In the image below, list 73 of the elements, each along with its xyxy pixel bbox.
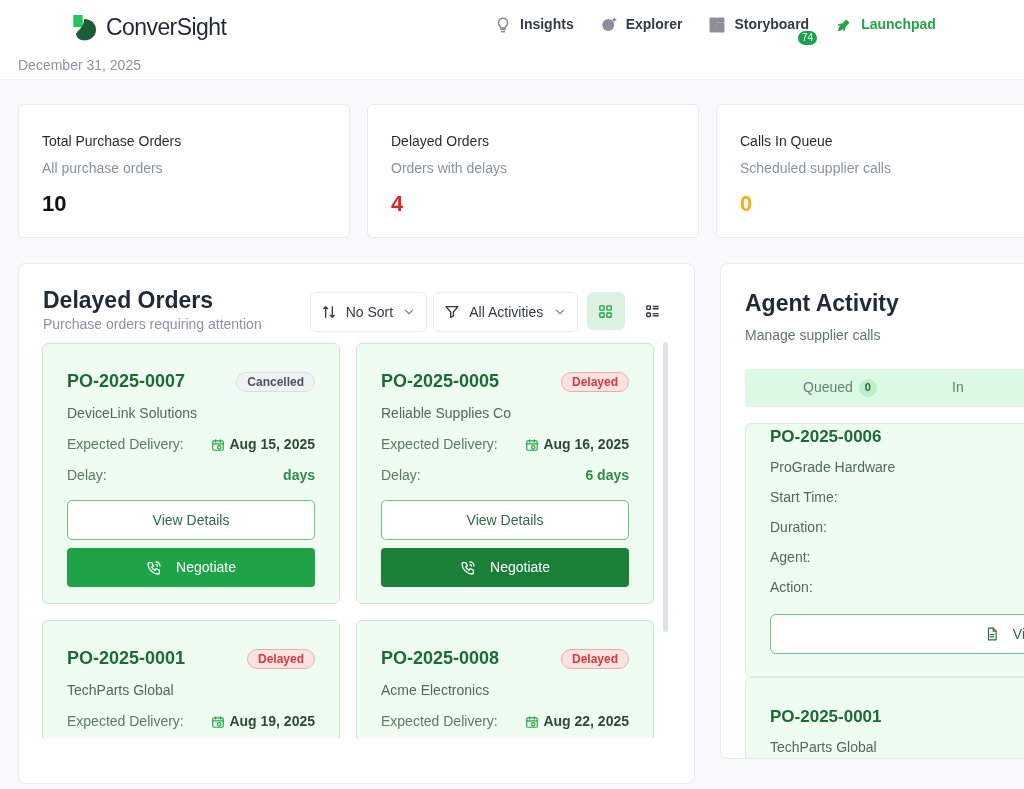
delivery-date: Aug 16, 2025 [543, 435, 629, 454]
order-id: PO-2025-0006 [770, 425, 882, 448]
view-button[interactable]: Vi [770, 614, 1024, 654]
stat-title: Delayed Orders [391, 132, 491, 151]
stat-subtitle: Scheduled supplier calls [740, 159, 892, 178]
field-label: Agent: [770, 548, 811, 567]
count-badge: 74 [798, 31, 818, 45]
status-tab[interactable]: Queued 0 [745, 372, 935, 403]
order-id: PO-2025-0001 [770, 705, 882, 728]
delivery-date: Aug 22, 2025 [543, 712, 629, 731]
calendar-icon [211, 437, 226, 452]
count-badge: 0 [858, 378, 877, 397]
status-badge: Delayed [246, 648, 315, 669]
field-label: Delay: [381, 466, 421, 485]
supplier-name: ProGrade Hardware [770, 458, 896, 477]
dashboard-icon [708, 15, 727, 34]
calendar-icon [525, 714, 540, 729]
stat-value: 10 [42, 190, 67, 218]
sort-arrows-icon [320, 304, 337, 320]
panel-title: Agent Activity [745, 289, 899, 318]
supplier-name: TechParts Global [67, 681, 175, 700]
supplier-name: Reliable Supplies Co [381, 404, 512, 423]
panel-title: Delayed Orders [43, 286, 215, 314]
sparkle-circle-icon [599, 15, 618, 34]
panel-subtitle: Purchase orders requiring attention [43, 315, 263, 334]
field-label: Start Time: [770, 488, 838, 507]
field-label: Expected Delivery: [381, 712, 498, 731]
stat-subtitle: Orders with delays [391, 159, 508, 178]
phone-icon [460, 559, 477, 576]
stat-subtitle: All purchase orders [42, 159, 164, 178]
view-toggle-button[interactable] [586, 292, 625, 330]
order-id: PO-2025-0007 [67, 370, 186, 393]
field-label: Action: [770, 578, 813, 597]
supplier-name: Acme Electronics [381, 681, 491, 700]
delay-value: days [283, 466, 315, 485]
status-badge: Delayed [560, 371, 629, 392]
brand-name: ConverSight [106, 13, 227, 42]
grid-view-icon [597, 302, 615, 320]
view-details-button[interactable]: View Details [381, 500, 629, 540]
panel-subtitle: Manage supplier calls [745, 325, 881, 345]
scrollbar[interactable] [663, 342, 668, 632]
field-label: Expected Delivery: [67, 712, 184, 731]
field-label: Delay: [67, 466, 107, 485]
stat-value: 0 [740, 190, 753, 218]
field-label: Duration: [770, 518, 827, 537]
date-text: December 31, 2025 [18, 56, 141, 75]
filter-dropdown[interactable]: All Activities [432, 292, 578, 332]
negotiate-button[interactable]: Negotiate [381, 548, 629, 587]
delivery-date: Aug 19, 2025 [229, 712, 315, 731]
order-id: PO-2025-0005 [381, 370, 500, 393]
view-details-button[interactable]: View Details [67, 500, 315, 540]
nav-tab[interactable]: Insights [494, 14, 574, 35]
status-tab[interactable]: In [952, 372, 964, 403]
stat-value: 4 [391, 190, 404, 218]
status-badge: Cancelled [236, 371, 315, 392]
calendar-icon [211, 714, 226, 729]
delay-value: 6 days [585, 466, 629, 485]
nav-tab[interactable]: Explorer [599, 14, 683, 35]
stat-title: Total Purchase Orders [42, 132, 183, 151]
order-id: PO-2025-0001 [67, 647, 186, 670]
calendar-icon [525, 437, 540, 452]
supplier-name: DeviceLink Solutions [67, 404, 198, 423]
list-view-icon [644, 302, 662, 320]
delivery-date: Aug 15, 2025 [229, 435, 315, 454]
order-id: PO-2025-0008 [381, 647, 500, 670]
field-label: Expected Delivery: [67, 435, 184, 454]
supplier-name: TechParts Global [770, 738, 877, 757]
stat-title: Calls In Queue [740, 132, 834, 151]
filter-icon [443, 304, 460, 320]
field-label: Expected Delivery: [381, 435, 498, 454]
sort-dropdown[interactable]: No Sort [309, 292, 427, 332]
phone-icon [146, 559, 163, 576]
status-badge: Delayed [560, 648, 629, 669]
